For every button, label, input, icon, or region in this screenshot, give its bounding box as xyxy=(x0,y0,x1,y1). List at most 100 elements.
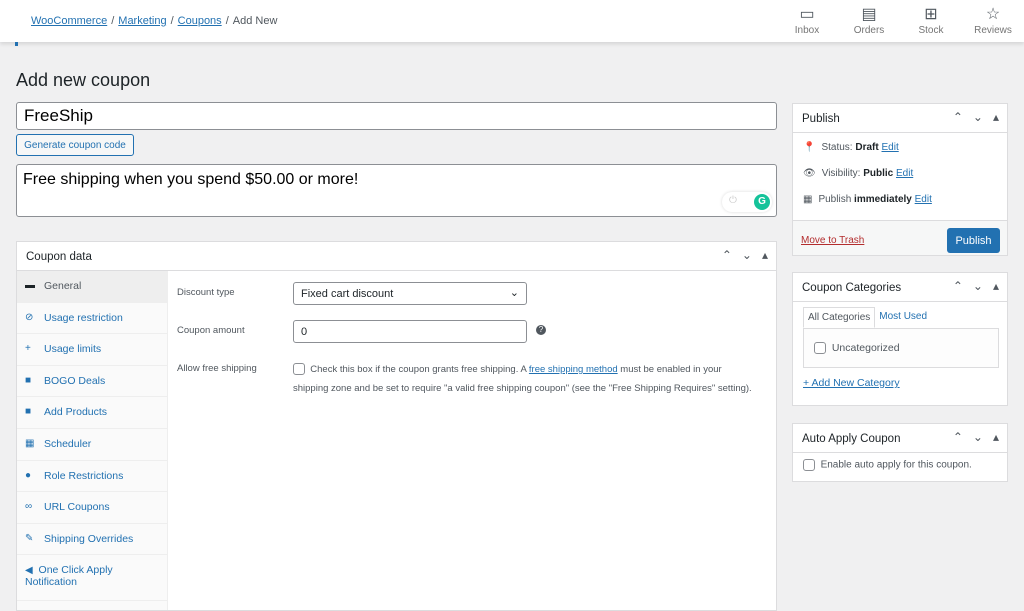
move-down-icon[interactable]: ⌄ xyxy=(742,248,752,262)
breadcrumb: WooCommerce / Marketing / Coupons / Add New xyxy=(31,15,277,27)
discount-type-select[interactable]: Fixed cart discount ⌄ xyxy=(293,282,527,305)
move-up-icon[interactable]: ⌃ xyxy=(953,110,963,124)
pin-icon: 📍 xyxy=(803,142,816,153)
publish-value: immediately xyxy=(854,194,912,205)
wrench-icon: ✎ xyxy=(25,532,34,544)
coupon-code-input[interactable] xyxy=(16,102,777,130)
category-checkbox[interactable] xyxy=(814,342,826,355)
move-up-icon[interactable]: ⌃ xyxy=(953,430,963,444)
tab-shipping-overrides[interactable]: ✎ Shipping Overrides xyxy=(17,524,167,556)
coupon-categories-box: Coupon Categories ⌃ ⌄ ▴ All Categories Most… xyxy=(792,272,1008,406)
discount-type-value: Fixed cart discount xyxy=(301,288,394,300)
tab-usage-restriction[interactable]: ⊘ Usage restriction xyxy=(17,303,167,335)
tab-all-categories[interactable]: All Categories xyxy=(803,307,876,328)
move-down-icon[interactable]: ⌄ xyxy=(973,430,983,444)
tab-label: Add Products xyxy=(44,406,108,419)
toggle-icon[interactable]: ▴ xyxy=(762,248,768,262)
free-shipping-method-link[interactable]: free shipping method xyxy=(529,364,618,375)
status-label: Status: xyxy=(821,142,853,153)
breadcrumb-separator: / xyxy=(170,15,174,27)
tab-scheduler[interactable]: ▦ Scheduler xyxy=(17,429,167,461)
move-up-icon[interactable]: ⌃ xyxy=(953,279,963,293)
move-up-icon[interactable]: ⌃ xyxy=(722,248,732,262)
grammarly-widget[interactable]: ⏻ G xyxy=(722,192,772,212)
toggle-icon[interactable]: ▴ xyxy=(993,110,999,124)
toolbar-label: Orders xyxy=(853,25,885,36)
tab-role-restrictions[interactable]: ● Role Restrictions xyxy=(17,461,167,493)
free-shipping-text: Check this box if the coupon grants free… xyxy=(310,364,527,375)
megaphone-icon: ◀ xyxy=(25,565,33,577)
tab-label: URL Coupons xyxy=(44,501,110,514)
toolbar-label: Stock xyxy=(918,25,944,36)
power-icon: ⏻ xyxy=(729,195,737,206)
inbox-icon: ▭ xyxy=(799,6,815,23)
edit-status-link[interactable]: Edit xyxy=(882,142,899,153)
move-down-icon[interactable]: ⌄ xyxy=(973,279,983,293)
generate-coupon-code-button[interactable]: Generate coupon code xyxy=(16,134,134,156)
breadcrumb-marketing[interactable]: Marketing xyxy=(118,15,166,27)
coupon-amount-input[interactable]: 0 xyxy=(293,320,527,343)
coupon-data-box: Coupon data ⌃ ⌄ ▴ ▬ General ⊘ Usage restrict… xyxy=(16,241,777,611)
toolbar-inbox[interactable]: ▭ Inbox xyxy=(776,5,838,36)
stock-icon: ⊞ xyxy=(924,6,938,23)
breadcrumb-coupons[interactable]: Coupons xyxy=(178,15,222,27)
tab-label: Scheduler xyxy=(44,437,92,450)
toolbar-reviews[interactable]: ☆ Reviews xyxy=(962,5,1024,36)
coupon-data-tabs: ▬ General ⊘ Usage restriction + Usage limit… xyxy=(17,271,168,610)
toolbar-label: Reviews xyxy=(974,25,1012,36)
tab-url-coupons[interactable]: ∞ URL Coupons xyxy=(17,492,167,524)
toolbar-stock[interactable]: ⊞ Stock xyxy=(900,5,962,36)
eye-icon: 👁 xyxy=(803,168,816,179)
box-title: Publish xyxy=(802,113,840,125)
gift-icon: ■ xyxy=(25,374,32,386)
publish-button[interactable]: Publish xyxy=(947,228,1000,253)
tab-add-products[interactable]: ■ Add Products xyxy=(17,397,167,429)
add-new-category-link[interactable]: + Add New Category xyxy=(803,377,900,389)
tab-general[interactable]: ▬ General xyxy=(17,271,167,303)
edit-publish-time-link[interactable]: Edit xyxy=(915,194,932,205)
crosshair-icon: + xyxy=(25,343,31,355)
calendar-icon: ▦ xyxy=(803,194,813,205)
description-textarea[interactable]: Free shipping when you spend $50.00 or m… xyxy=(16,164,777,217)
visibility-label: Visibility: xyxy=(821,168,861,179)
tab-one-click-apply[interactable]: ◀ One Click Apply Notification xyxy=(17,555,167,602)
calendar-icon: ▦ xyxy=(25,437,35,449)
box-title: Coupon data xyxy=(26,251,92,263)
general-panel: Discount type Fixed cart discount ⌄ Coupo… xyxy=(177,271,776,610)
category-list: Uncategorized xyxy=(803,328,999,368)
free-shipping-checkbox[interactable] xyxy=(293,363,305,376)
breadcrumb-separator: / xyxy=(111,15,115,27)
toolbar-label: Inbox xyxy=(794,25,820,36)
link-icon: ∞ xyxy=(25,501,33,513)
toolbar-orders[interactable]: ▤ Orders xyxy=(838,5,900,36)
ticket-icon: ▬ xyxy=(25,280,35,291)
category-label: Uncategorized xyxy=(831,342,900,354)
auto-apply-checkbox[interactable] xyxy=(803,459,815,471)
tab-usage-limits[interactable]: + Usage limits xyxy=(17,334,167,366)
tab-label: Usage restriction xyxy=(44,311,123,324)
free-shipping-field: Check this box if the coupon grants free… xyxy=(293,360,753,398)
publish-label: Publish xyxy=(818,194,852,205)
tab-label: One Click Apply Notification xyxy=(25,564,113,589)
breadcrumb-woocommerce[interactable]: WooCommerce xyxy=(31,15,107,27)
publish-box: Publish ⌃ ⌄ ▴ 📍 Status: Draft Edit 👁 Visibil… xyxy=(792,103,1008,256)
breadcrumb-current: Add New xyxy=(232,15,278,27)
page-title: Add new coupon xyxy=(16,70,151,90)
tab-label: Role Restrictions xyxy=(44,469,124,482)
move-down-icon[interactable]: ⌄ xyxy=(973,110,983,124)
move-to-trash-link[interactable]: Move to Trash xyxy=(801,235,864,246)
orders-icon: ▤ xyxy=(861,6,877,23)
toggle-icon[interactable]: ▴ xyxy=(993,279,999,293)
tab-bogo-deals[interactable]: ■ BOGO Deals xyxy=(17,366,167,398)
visibility-row: 👁 Visibility: Public Edit xyxy=(803,168,913,179)
status-row: 📍 Status: Draft Edit xyxy=(803,142,899,153)
edit-visibility-link[interactable]: Edit xyxy=(896,168,913,179)
help-icon[interactable]: ? xyxy=(536,325,546,335)
tab-label: BOGO Deals xyxy=(44,374,106,387)
publish-time-row: ▦ Publish immediately Edit xyxy=(803,194,932,205)
tab-most-used[interactable]: Most Used xyxy=(875,307,931,328)
free-shipping-label: Allow free shipping xyxy=(177,363,257,374)
notice-marker xyxy=(15,42,18,46)
auto-apply-label: Enable auto apply for this coupon. xyxy=(820,459,972,471)
toggle-icon[interactable]: ▴ xyxy=(993,430,999,444)
